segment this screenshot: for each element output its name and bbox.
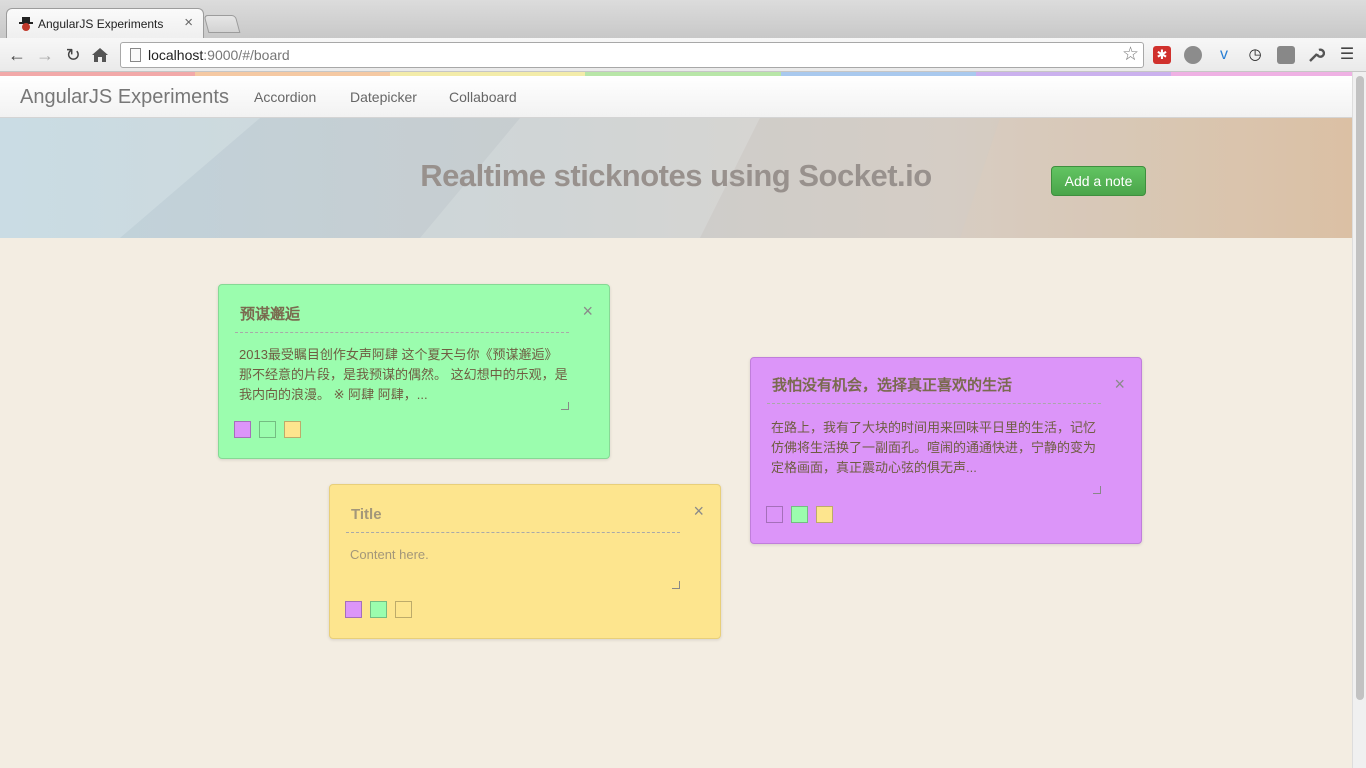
swatch-green[interactable]	[791, 506, 808, 523]
extension-clock-icon[interactable]: ◷	[1246, 46, 1264, 64]
sticky-note[interactable]: 我怕没有机会，选择真正喜欢的生活 × 在路上，我有了大块的时间用来回味平日里的生…	[750, 357, 1142, 544]
tab-close-icon[interactable]: ×	[184, 14, 193, 31]
swatch-green[interactable]	[259, 421, 276, 438]
browser-toolbar: ← → ↻ localhost:9000/#/board ☆ ✱ v ◷ ☰	[0, 38, 1366, 72]
reload-icon[interactable]: ↻	[62, 44, 84, 66]
home-icon[interactable]	[90, 45, 110, 65]
extension-grid-icon[interactable]	[1277, 46, 1295, 64]
note-title-input[interactable]: Title	[346, 503, 680, 533]
navbar: AngularJS Experiments Accordion Datepick…	[0, 76, 1352, 118]
extension-gray-icon[interactable]	[1184, 46, 1202, 64]
angular-favicon-icon	[19, 17, 33, 31]
note-content-textarea[interactable]: 在路上，我有了大块的时间用来回味平日里的生活，记忆仿佛将生活换了一副面孔。喧闹的…	[771, 418, 1101, 484]
new-tab-button[interactable]	[203, 15, 241, 33]
sticky-note[interactable]: 预谋邂逅 × 2013最受瞩目创作女声阿肆 这个夏天与你《预谋邂逅》 那不经意的…	[218, 284, 610, 459]
hero-banner: Realtime sticknotes using Socket.io Add …	[0, 118, 1352, 238]
back-arrow-icon[interactable]: ←	[6, 44, 28, 66]
extension-v-icon[interactable]: v	[1215, 46, 1233, 64]
hero-title: Realtime sticknotes using Socket.io	[420, 158, 932, 193]
close-icon[interactable]: ×	[1114, 374, 1125, 395]
tab-title: AngularJS Experiments	[38, 17, 164, 31]
note-title-input[interactable]: 我怕没有机会，选择真正喜欢的生活	[767, 374, 1101, 404]
close-icon[interactable]: ×	[693, 501, 704, 522]
note-title-input[interactable]: 预谋邂逅	[235, 303, 569, 333]
swatch-green[interactable]	[370, 601, 387, 618]
swatch-yellow[interactable]	[284, 421, 301, 438]
swatch-purple[interactable]	[766, 506, 783, 523]
add-note-button[interactable]: Add a note	[1051, 166, 1146, 196]
swatch-purple[interactable]	[345, 601, 362, 618]
address-url[interactable]: localhost:9000/#/board	[148, 47, 290, 63]
swatch-yellow[interactable]	[816, 506, 833, 523]
menu-icon[interactable]: ☰	[1338, 46, 1356, 64]
note-content-textarea[interactable]: Content here.	[350, 545, 680, 585]
address-bar[interactable]: localhost:9000/#/board ☆	[120, 42, 1144, 68]
wrench-icon[interactable]	[1307, 46, 1325, 64]
browser-tab[interactable]: AngularJS Experiments ×	[6, 8, 204, 38]
browser-tabstrip: AngularJS Experiments ×	[0, 0, 1366, 38]
resize-handle-icon[interactable]	[672, 581, 680, 589]
sticky-note[interactable]: Title × Content here.	[329, 484, 721, 639]
swatch-purple[interactable]	[234, 421, 251, 438]
extension-red-icon[interactable]: ✱	[1153, 46, 1171, 64]
note-content-textarea[interactable]: 2013最受瞩目创作女声阿肆 这个夏天与你《预谋邂逅》 那不经意的片段，是我预谋…	[239, 345, 569, 413]
scrollbar-thumb[interactable]	[1356, 76, 1364, 700]
nav-link-collaboard[interactable]: Collaboard	[449, 89, 517, 105]
bookmark-star-icon[interactable]: ☆	[1122, 44, 1139, 66]
page-icon	[130, 48, 141, 62]
nav-link-accordion[interactable]: Accordion	[254, 89, 316, 105]
page-scrollbar[interactable]	[1352, 72, 1366, 768]
swatch-yellow[interactable]	[395, 601, 412, 618]
resize-handle-icon[interactable]	[561, 402, 569, 410]
navbar-brand[interactable]: AngularJS Experiments	[20, 86, 229, 109]
close-icon[interactable]: ×	[582, 301, 593, 322]
forward-arrow-icon[interactable]: →	[34, 44, 56, 66]
resize-handle-icon[interactable]	[1093, 486, 1101, 494]
nav-link-datepicker[interactable]: Datepicker	[350, 89, 417, 105]
